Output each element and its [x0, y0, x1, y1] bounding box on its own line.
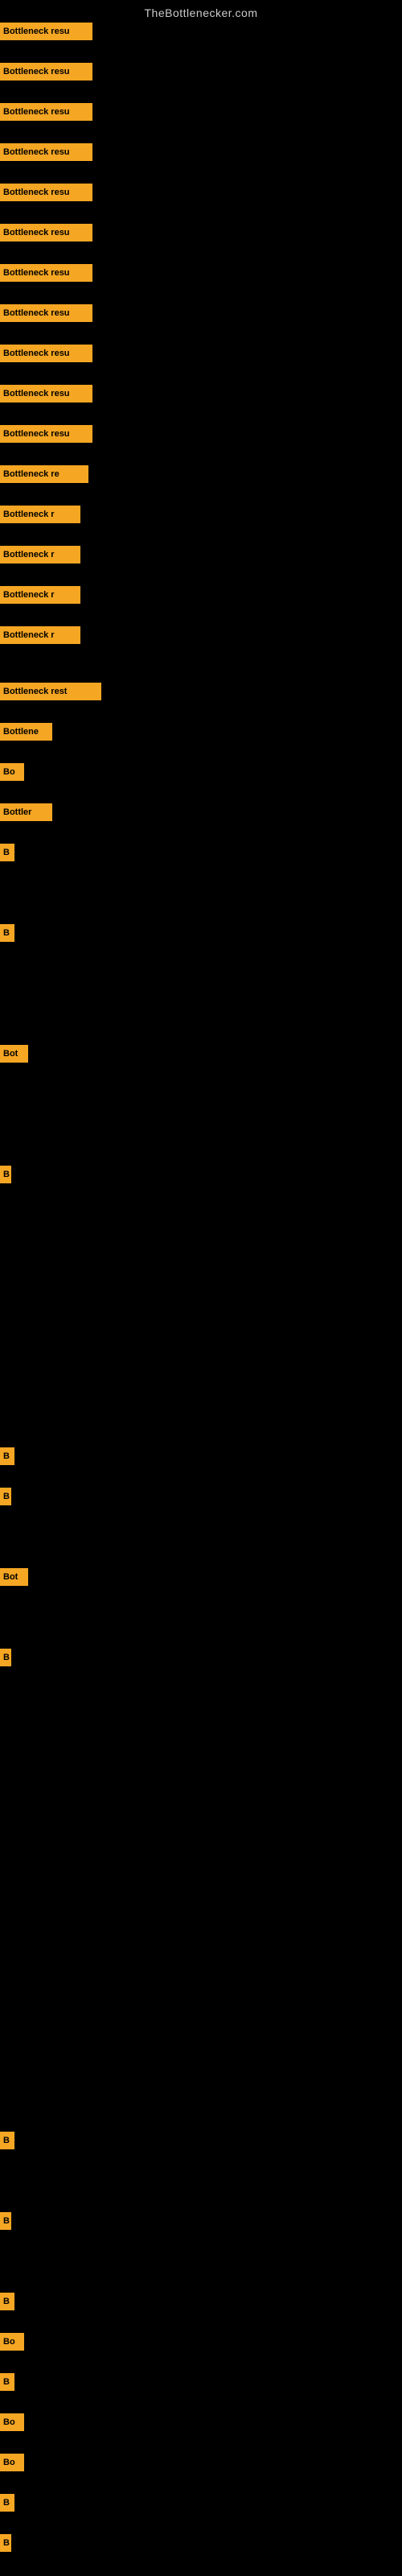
bottleneck-bar-24[interactable]: B [0, 1166, 11, 1183]
bottleneck-bar-20[interactable]: Bottler [0, 803, 52, 821]
bottleneck-bar-28[interactable]: B [0, 1649, 11, 1666]
bottleneck-bar-1[interactable]: Bottleneck resu [0, 23, 92, 40]
bottleneck-bar-4[interactable]: Bottleneck resu [0, 143, 92, 161]
bottleneck-bar-29[interactable]: B [0, 2132, 14, 2149]
bottleneck-bar-26[interactable]: B [0, 1488, 11, 1505]
bottleneck-bar-32[interactable]: Bo [0, 2333, 24, 2351]
bottleneck-bar-9[interactable]: Bottleneck resu [0, 345, 92, 362]
bottleneck-bar-17[interactable]: Bottleneck rest [0, 683, 101, 700]
site-title: TheBottlenecker.com [0, 0, 402, 23]
bottleneck-bar-14[interactable]: Bottleneck r [0, 546, 80, 564]
bottleneck-bar-5[interactable]: Bottleneck resu [0, 184, 92, 201]
bottleneck-bar-31[interactable]: B [0, 2293, 14, 2310]
bottleneck-bar-8[interactable]: Bottleneck resu [0, 304, 92, 322]
bottleneck-bar-23[interactable]: Bot [0, 1045, 28, 1063]
bottleneck-bar-37[interactable]: B [0, 2534, 11, 2552]
bottleneck-bar-35[interactable]: Bo [0, 2454, 24, 2471]
bottleneck-bar-22[interactable]: B [0, 924, 14, 942]
bottleneck-bar-21[interactable]: B [0, 844, 14, 861]
bottleneck-bar-10[interactable]: Bottleneck resu [0, 385, 92, 402]
bottleneck-bar-27[interactable]: Bot [0, 1568, 28, 1586]
bottleneck-bar-6[interactable]: Bottleneck resu [0, 224, 92, 242]
bottleneck-bar-30[interactable]: B [0, 2212, 11, 2230]
bottleneck-bar-33[interactable]: B [0, 2373, 14, 2391]
bottleneck-bar-3[interactable]: Bottleneck resu [0, 103, 92, 121]
bottleneck-bar-11[interactable]: Bottleneck resu [0, 425, 92, 443]
bottleneck-bar-15[interactable]: Bottleneck r [0, 586, 80, 604]
bottleneck-bar-13[interactable]: Bottleneck r [0, 506, 80, 523]
bottleneck-bar-19[interactable]: Bo [0, 763, 24, 781]
bottleneck-bar-34[interactable]: Bo [0, 2413, 24, 2431]
bottleneck-bar-36[interactable]: B [0, 2494, 14, 2512]
bottleneck-bar-7[interactable]: Bottleneck resu [0, 264, 92, 282]
bottleneck-bar-12[interactable]: Bottleneck re [0, 465, 88, 483]
bottleneck-bar-2[interactable]: Bottleneck resu [0, 63, 92, 80]
bottleneck-bar-16[interactable]: Bottleneck r [0, 626, 80, 644]
bottleneck-bar-25[interactable]: B [0, 1447, 14, 1465]
bottleneck-bar-18[interactable]: Bottlene [0, 723, 52, 741]
